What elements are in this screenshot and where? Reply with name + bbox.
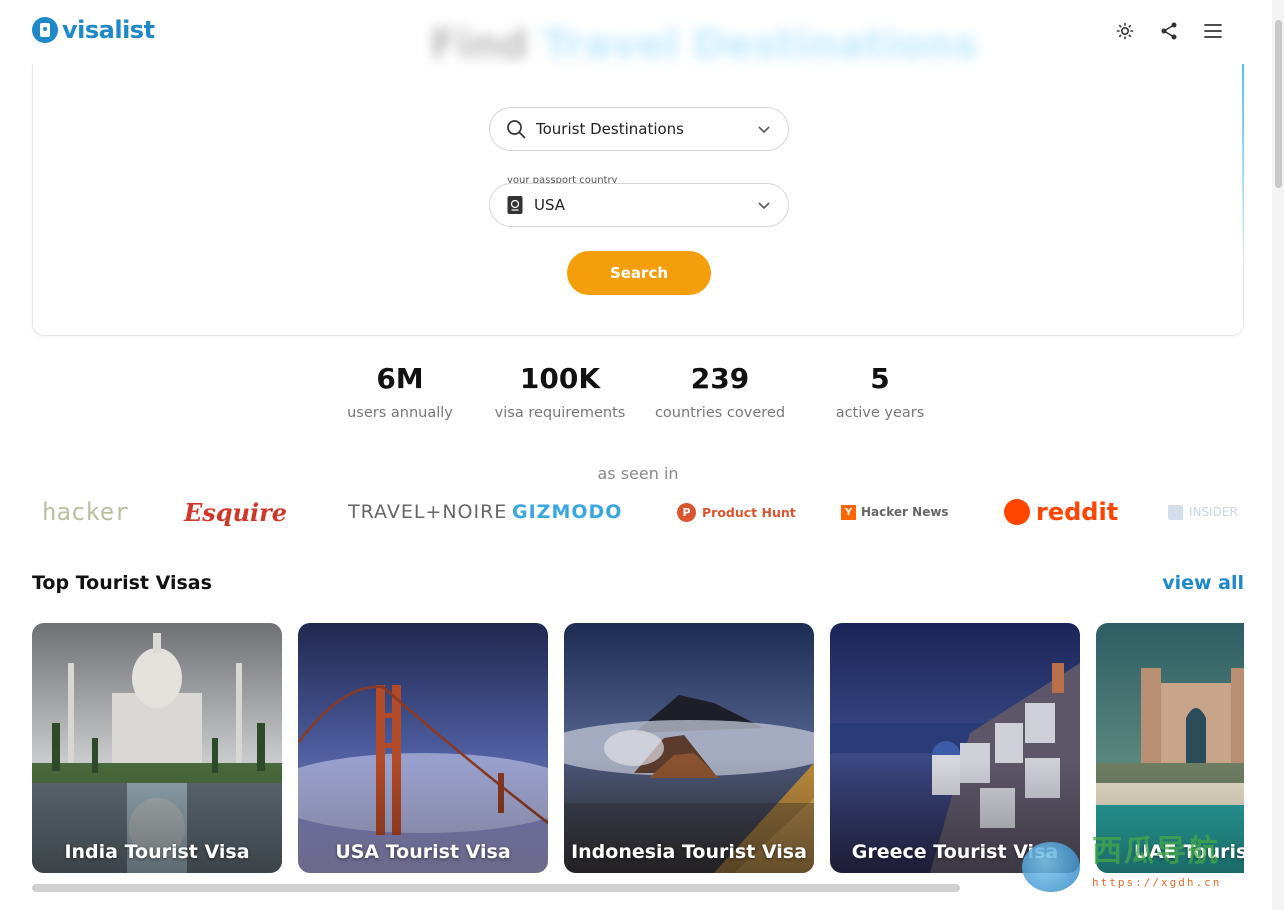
view-all-link[interactable]: view all [1162,572,1244,594]
brand-insider-logo[interactable]: INSIDER [1168,494,1238,530]
vertical-scrollbar-thumb[interactable] [1275,20,1282,188]
visa-cards-carousel[interactable]: India Tourist Visa USA Tourist Visa Indo… [32,623,1244,873]
passport-icon [507,196,523,214]
menu-icon[interactable] [1202,20,1224,42]
brand-travel-noire-logo[interactable]: TRAVEL+NOIRE [348,494,507,530]
stat-visa-requirements: 100K visa requirements [480,362,640,421]
stat-label: users annually [347,405,453,421]
brand-product-hunt-logo[interactable]: P Product Hunt [677,494,796,530]
stat-value: 100K [519,362,601,395]
logo-text: visalist [62,16,155,44]
logo[interactable]: visalist [32,16,155,44]
visa-card-usa[interactable]: USA Tourist Visa [298,623,548,873]
page: visalist Find Travel Destinations Touris… [0,0,1284,910]
stat-countries: 239 countries covered [640,362,800,421]
visa-card-indonesia[interactable]: Indonesia Tourist Visa [564,623,814,873]
card-label: USA Tourist Visa [335,841,511,863]
card-label: UAE Tourist Visa [1133,841,1244,863]
page-title-part-2: Travel Destinations [542,22,978,68]
card-edge-accent [1242,64,1244,264]
visa-card-uae[interactable]: UAE Tourist Visa [1096,623,1244,873]
brand-esquire-logo[interactable]: Esquire [184,494,287,530]
brand-label: INSIDER [1189,505,1238,519]
chevron-down-icon [758,202,770,210]
passport-logo-icon [32,17,58,43]
brand-label: reddit [1036,498,1119,526]
destination-select-value: Tourist Destinations [536,120,684,138]
insider-icon [1168,504,1183,520]
search-icon [507,120,526,139]
destination-select[interactable]: Tourist Destinations [489,107,789,151]
vertical-scrollbar-track[interactable] [1272,0,1284,910]
passport-country-select[interactable]: USA [489,183,789,227]
share-icon[interactable] [1158,20,1180,42]
chevron-down-icon [758,126,770,134]
stat-value: 5 [870,362,890,395]
brand-hacker-logo[interactable]: hacker [42,494,129,530]
brand-label: Hacker News [861,505,949,519]
brand-gizmodo-logo[interactable]: GIZMODO [512,494,622,530]
stat-value: 239 [690,362,750,395]
page-title: Find Travel Destinations [430,22,978,68]
press-logos: hacker Esquire TRAVEL+NOIRE GIZMODO P Pr… [32,494,1244,530]
reddit-icon [1004,499,1030,525]
stats-row: 6M users annually 100K visa requirements… [320,362,960,421]
card-overlay [32,623,282,873]
page-title-part-1: Find [430,22,529,68]
card-overlay [564,623,814,873]
theme-toggle-icon[interactable] [1114,20,1136,42]
search-card: Tourist Destinations your passport count… [32,64,1244,336]
header: visalist Find Travel Destinations [0,0,1272,68]
as-seen-in-heading: as seen in [597,464,679,483]
brand-label: Product Hunt [702,504,796,520]
card-label: India Tourist Visa [64,841,250,863]
stat-value: 6M [376,362,424,395]
card-label: Indonesia Tourist Visa [571,841,807,863]
stat-label: visa requirements [494,405,626,421]
watermark-url: https://xgdh.cn [1092,876,1222,889]
card-overlay [830,623,1080,873]
passport-country-value: USA [534,196,566,214]
header-actions [1114,20,1224,42]
product-hunt-icon: P [677,502,696,522]
section-title: Top Tourist Visas [32,572,212,594]
visa-card-india[interactable]: India Tourist Visa [32,623,282,873]
horizontal-scrollbar-thumb[interactable] [32,884,960,892]
stat-label: countries covered [654,405,786,421]
card-label: Greece Tourist Visa [851,841,1059,863]
hacker-news-icon: Y [841,504,856,520]
search-button[interactable]: Search [567,251,711,295]
stat-users: 6M users annually [320,362,480,421]
stat-label: active years [835,405,925,421]
visa-card-greece[interactable]: Greece Tourist Visa [830,623,1080,873]
stat-active-years: 5 active years [800,362,960,421]
card-overlay [298,623,548,873]
brand-reddit-logo[interactable]: reddit [1004,494,1118,530]
brand-hacker-news-logo[interactable]: Y Hacker News [841,494,949,530]
card-overlay [1096,623,1244,873]
